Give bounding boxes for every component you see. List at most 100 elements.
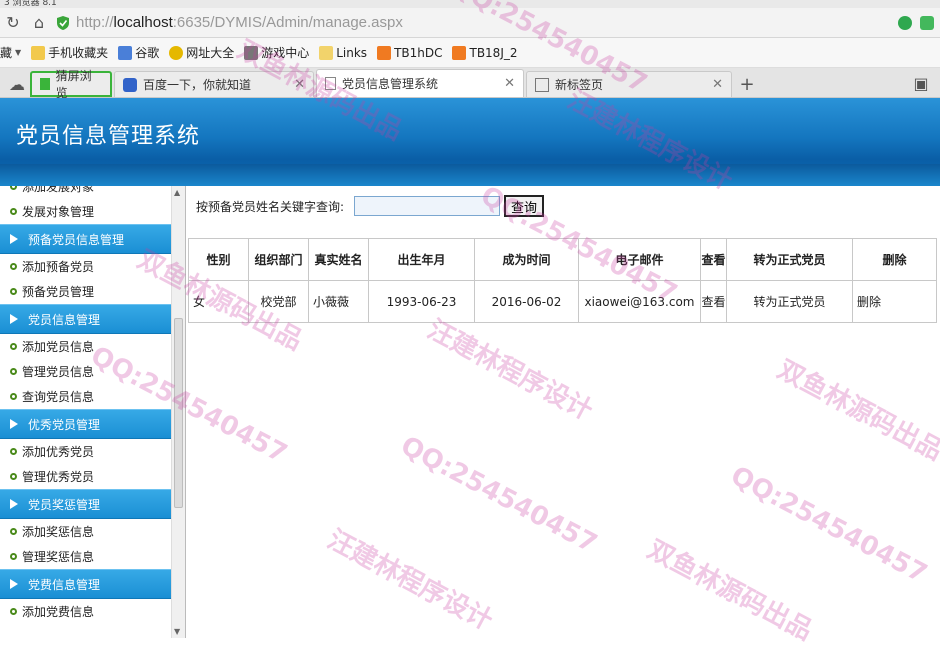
cell-join-date: 2016-06-02	[474, 280, 579, 323]
table-header-row: 性别 组织部门 真实姓名 出生年月 成为时间 电子邮件 查看 转为正式党员 删除	[188, 238, 937, 281]
sidebar-item-label: 党费信息管理	[28, 577, 101, 592]
bookmark-tb1[interactable]: TB1hDC	[377, 45, 442, 60]
new-tab-button[interactable]: +	[734, 71, 760, 97]
triangle-right-icon	[10, 499, 18, 509]
gamepad-icon	[244, 45, 259, 60]
delete-link[interactable]: 删除	[852, 280, 937, 323]
sidebar-item-label: 优秀党员管理	[28, 417, 101, 432]
convert-link[interactable]: 转为正式党员	[726, 280, 853, 323]
sidebar-item[interactable]: 添加发展对象	[0, 186, 172, 199]
bookmark-favorites[interactable]: 藏 ▼	[0, 44, 21, 61]
close-icon[interactable]: ✕	[294, 77, 305, 92]
sidebar-menu: 添加发展对象发展对象管理 预备党员信息管理添加预备党员预备党员管理党员信息管理添加…	[0, 186, 172, 624]
sidebar-item[interactable]: 预备党员管理	[0, 279, 172, 304]
extension-icon[interactable]	[920, 15, 934, 30]
bookmark-google[interactable]: 谷歌	[118, 44, 159, 61]
close-icon[interactable]: ✕	[712, 77, 723, 92]
header-real-name: 真实姓名	[308, 238, 369, 281]
bookmark-nav[interactable]: 网址大全	[169, 44, 234, 61]
bullet-circle-icon	[10, 263, 17, 270]
url-field[interactable]: http://localhost:6635/DYMIS/Admin/manage…	[76, 14, 898, 31]
reload-icon[interactable]: ↻	[0, 10, 26, 36]
baidu-paw-icon	[123, 77, 137, 92]
sidebar-item-label: 管理党员信息	[22, 365, 95, 379]
tab-new-tab[interactable]: 新标签页 ✕	[526, 71, 732, 97]
sidebar-section-header[interactable]: 党费信息管理	[0, 569, 172, 599]
table-row: 女 校党部 小薇薇 1993-06-23 2016-06-02 xiaowei@…	[188, 280, 937, 323]
sidebar-item[interactable]: 发展对象管理	[0, 199, 172, 224]
sidebar-item[interactable]: 添加党费信息	[0, 599, 172, 624]
google-icon	[118, 45, 133, 60]
tab-baidu[interactable]: 百度一下，你就知道 ✕	[114, 71, 314, 97]
triangle-right-icon	[10, 234, 18, 244]
close-icon[interactable]: ✕	[504, 76, 515, 91]
cloud-icon[interactable]: ☁	[4, 71, 30, 97]
grid-icon	[535, 77, 549, 92]
sidebar-item-label: 党员信息管理	[28, 312, 101, 327]
sidebar-item-label: 党员奖惩管理	[28, 497, 101, 512]
sidebar-item[interactable]: 添加党员信息	[0, 334, 172, 359]
sidebar-item-label: 添加优秀党员	[22, 445, 95, 459]
tab-strip: ☁ 猜屏浏览 百度一下，你就知道 ✕ 党员信息管理系统 ✕ 新标签页 ✕ + ▣	[0, 68, 940, 100]
header-birth-date: 出生年月	[368, 238, 475, 281]
triangle-right-icon	[10, 419, 18, 429]
sidebar-item[interactable]: 添加优秀党员	[0, 439, 172, 464]
sidebar-item-label: 管理优秀党员	[22, 470, 95, 484]
triangle-right-icon	[10, 579, 18, 589]
bookmark-links[interactable]: Links	[319, 45, 367, 60]
search-bar: 按预备党员姓名关键字查询: 查询	[186, 186, 940, 226]
tab-menu-icon[interactable]: ▣	[908, 70, 934, 96]
tab-screen-browse[interactable]: 猜屏浏览	[30, 69, 112, 100]
sidebar-item[interactable]: 管理优秀党员	[0, 464, 172, 489]
bullet-circle-icon	[10, 553, 17, 560]
header-email: 电子邮件	[578, 238, 701, 281]
search-label: 按预备党员姓名关键字查询:	[196, 199, 345, 214]
sidebar: 添加发展对象发展对象管理 预备党员信息管理添加预备党员预备党员管理党员信息管理添加…	[0, 186, 186, 638]
search-input[interactable]	[354, 196, 501, 216]
sidebar-item-label: 添加预备党员	[22, 260, 95, 274]
bookmark-games[interactable]: 游戏中心	[244, 44, 309, 61]
cell-department: 校党部	[248, 280, 309, 323]
browser-title-bar: 3 浏览器 8.1	[0, 0, 940, 8]
header-join-date: 成为时间	[474, 238, 579, 281]
app-title: 党员信息管理系统	[16, 124, 201, 149]
scroll-thumb[interactable]	[174, 318, 183, 508]
sidebar-item-label: 添加发展对象	[22, 186, 95, 194]
cell-email: xiaowei@163.com	[578, 280, 701, 323]
view-link[interactable]: 查看	[700, 280, 727, 323]
taobao-icon	[452, 45, 467, 60]
folder-icon	[319, 45, 334, 60]
sidebar-section-header[interactable]: 党员信息管理	[0, 304, 172, 334]
sidebar-section-header[interactable]: 预备党员信息管理	[0, 224, 172, 254]
sidebar-item[interactable]: 查询党员信息	[0, 384, 172, 409]
scroll-down-arrow-icon[interactable]: ▼	[174, 627, 180, 636]
sidebar-item[interactable]: 添加奖惩信息	[0, 519, 172, 544]
browser-title: 3 浏览器 8.1	[4, 0, 57, 8]
sidebar-section-header[interactable]: 优秀党员管理	[0, 409, 172, 439]
bullet-circle-icon	[10, 528, 17, 535]
sidebar-section-header[interactable]: 党员奖惩管理	[0, 489, 172, 519]
tab-party-system[interactable]: 党员信息管理系统 ✕	[316, 69, 524, 97]
bookmarks-bar: 藏 ▼ 手机收藏夹 谷歌 网址大全 游戏中心 Links TB1hDC TB18J…	[0, 38, 940, 68]
header-view: 查看	[700, 238, 727, 281]
bookmark-tb2[interactable]: TB18J_2	[452, 45, 518, 60]
home-icon[interactable]: ⌂	[26, 10, 52, 36]
bullet-circle-icon	[10, 393, 17, 400]
green-frame-icon	[40, 78, 50, 90]
refresh-status-icon[interactable]	[898, 15, 912, 30]
scroll-up-arrow-icon[interactable]: ▲	[174, 188, 180, 197]
sidebar-item-label: 添加党员信息	[22, 340, 95, 354]
triangle-right-icon	[10, 314, 18, 324]
bullet-circle-icon	[10, 368, 17, 375]
search-button[interactable]: 查询	[504, 195, 545, 217]
bullet-circle-icon	[10, 343, 17, 350]
folder-icon	[31, 45, 46, 60]
sidebar-item[interactable]: 添加预备党员	[0, 254, 172, 279]
page-icon	[325, 77, 336, 90]
bookmark-mobile[interactable]: 手机收藏夹	[31, 44, 108, 61]
bullet-circle-icon	[10, 208, 17, 215]
sidebar-scrollbar[interactable]: ▲ ▼	[171, 186, 185, 638]
content-panel: 按预备党员姓名关键字查询: 查询 性别 组织部门 真实姓名 出生年月 成为时间 …	[186, 186, 940, 638]
sidebar-item[interactable]: 管理党员信息	[0, 359, 172, 384]
sidebar-item[interactable]: 管理奖惩信息	[0, 544, 172, 569]
